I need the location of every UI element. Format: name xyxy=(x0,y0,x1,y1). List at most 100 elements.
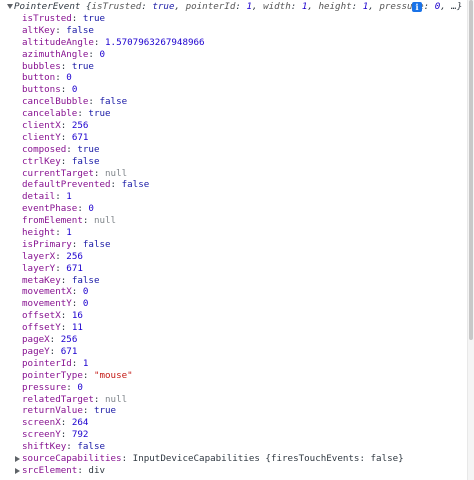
preview-colon: : xyxy=(351,1,363,12)
property-row[interactable]: srcElement: div xyxy=(15,464,404,477)
property-colon: : xyxy=(55,227,67,239)
property-colon: : xyxy=(93,393,105,405)
property-key: screenY xyxy=(22,429,61,441)
property-key: pointerType xyxy=(22,369,83,381)
property-row: height: 1 xyxy=(22,227,404,239)
property-colon: : xyxy=(71,298,83,310)
property-row: eventPhase: 0 xyxy=(22,203,404,215)
property-row: clientY: 671 xyxy=(22,132,404,144)
property-key: relatedTarget xyxy=(22,393,94,405)
property-row: offsetY: 11 xyxy=(22,322,404,334)
preview-colon: : xyxy=(141,1,153,12)
property-value: 0 xyxy=(66,72,72,84)
property-value: 256 xyxy=(71,120,89,132)
property-value: false xyxy=(77,441,106,453)
property-value: true xyxy=(71,60,94,72)
property-row: azimuthAngle: 0 xyxy=(22,49,404,61)
property-value: 1 xyxy=(82,357,89,369)
property-row: layerY: 671 xyxy=(22,263,404,275)
vertical-scrollbar[interactable] xyxy=(467,0,474,480)
property-colon: : xyxy=(55,191,67,203)
property-value: 256 xyxy=(60,334,78,346)
property-key: shiftKey xyxy=(22,441,67,453)
property-key: pressure xyxy=(22,381,67,393)
property-value: div xyxy=(88,464,106,476)
property-key: altKey xyxy=(22,24,56,36)
property-value: true xyxy=(77,143,100,155)
property-key: srcElement xyxy=(22,464,78,476)
property-row: screenY: 792 xyxy=(22,429,404,441)
property-key: metaKey xyxy=(22,274,61,286)
property-key: eventPhase xyxy=(22,203,78,215)
property-row: composed: true xyxy=(22,144,404,156)
property-colon: : xyxy=(49,334,61,346)
property-value: true xyxy=(93,405,117,417)
property-colon: : xyxy=(60,131,72,143)
property-key: returnValue xyxy=(22,405,83,417)
property-colon: : xyxy=(77,464,89,476)
property-colon: : xyxy=(66,381,78,393)
expand-triangle-icon[interactable] xyxy=(15,467,20,474)
property-colon: : xyxy=(110,179,122,191)
property-value: 671 xyxy=(66,262,83,274)
property-value: null xyxy=(105,167,128,179)
property-value: false xyxy=(66,24,94,36)
info-icon[interactable]: i xyxy=(412,2,422,12)
property-colon: : xyxy=(60,274,72,286)
property-row: screenX: 264 xyxy=(22,417,404,429)
property-key: offsetY xyxy=(22,322,61,334)
property-key: composed xyxy=(22,143,67,155)
property-value: 0 xyxy=(82,286,89,298)
property-row: isTrusted: true xyxy=(22,13,404,25)
property-key: clientX xyxy=(22,120,61,132)
scrollbar-thumb[interactable] xyxy=(469,0,473,340)
property-row: pressure: 0 xyxy=(22,382,404,394)
preview-separator: , xyxy=(251,1,264,12)
property-key: cancelable xyxy=(22,108,78,120)
property-key: screenX xyxy=(22,417,61,429)
property-value: 671 xyxy=(60,345,78,357)
property-row: fromElement: null xyxy=(22,215,404,227)
property-colon: : xyxy=(77,108,89,120)
preview-key: isTrusted xyxy=(91,1,142,12)
property-key: isTrusted xyxy=(22,13,72,24)
property-key: pointerId xyxy=(22,357,72,369)
devtools-console: PointerEvent {isTrusted: true, pointerId… xyxy=(0,0,474,480)
property-value: 0 xyxy=(82,298,89,310)
property-colon: : xyxy=(55,24,67,36)
preview-key: width xyxy=(263,1,291,12)
property-colon: : xyxy=(71,357,83,369)
object-summary[interactable]: PointerEvent {isTrusted: true, pointerId… xyxy=(14,1,462,13)
expand-triangle-icon[interactable] xyxy=(7,4,13,9)
property-row: pageX: 256 xyxy=(22,334,404,346)
property-colon: : xyxy=(71,286,83,298)
property-row: pointerId: 1 xyxy=(22,358,404,370)
expand-triangle-icon[interactable] xyxy=(15,455,20,462)
property-colon: : xyxy=(60,155,72,167)
property-key: pageY xyxy=(22,345,50,357)
property-colon: : xyxy=(82,369,94,381)
property-row: offsetX: 16 xyxy=(22,310,404,322)
property-colon: : xyxy=(66,441,78,453)
property-value: true xyxy=(88,108,111,120)
property-row[interactable]: sourceCapabilities: InputDeviceCapabilit… xyxy=(15,453,404,465)
property-row: cancelable: true xyxy=(22,108,404,120)
property-key: offsetX xyxy=(22,310,61,322)
property-row: relatedTarget: null xyxy=(22,394,404,406)
property-key: pageX xyxy=(22,334,50,346)
property-colon: : xyxy=(71,238,83,250)
property-colon: : xyxy=(93,36,105,48)
object-summary-row[interactable]: PointerEvent {isTrusted: true, pointerId… xyxy=(0,1,474,13)
property-row: altitudeAngle: 1.5707963267948966 xyxy=(22,37,404,49)
property-row: cancelBubble: false xyxy=(22,96,404,108)
property-value: true xyxy=(82,13,106,24)
property-row: isPrimary: false xyxy=(22,239,404,251)
preview-colon: : xyxy=(290,1,302,12)
property-value: false xyxy=(71,155,100,167)
property-colon: : xyxy=(60,322,72,334)
property-row: defaultPrevented: false xyxy=(22,179,404,191)
property-colon: : xyxy=(60,310,72,322)
property-value: null xyxy=(105,393,128,405)
property-colon: : xyxy=(82,215,94,227)
property-row: pointerType: "mouse" xyxy=(22,370,404,382)
